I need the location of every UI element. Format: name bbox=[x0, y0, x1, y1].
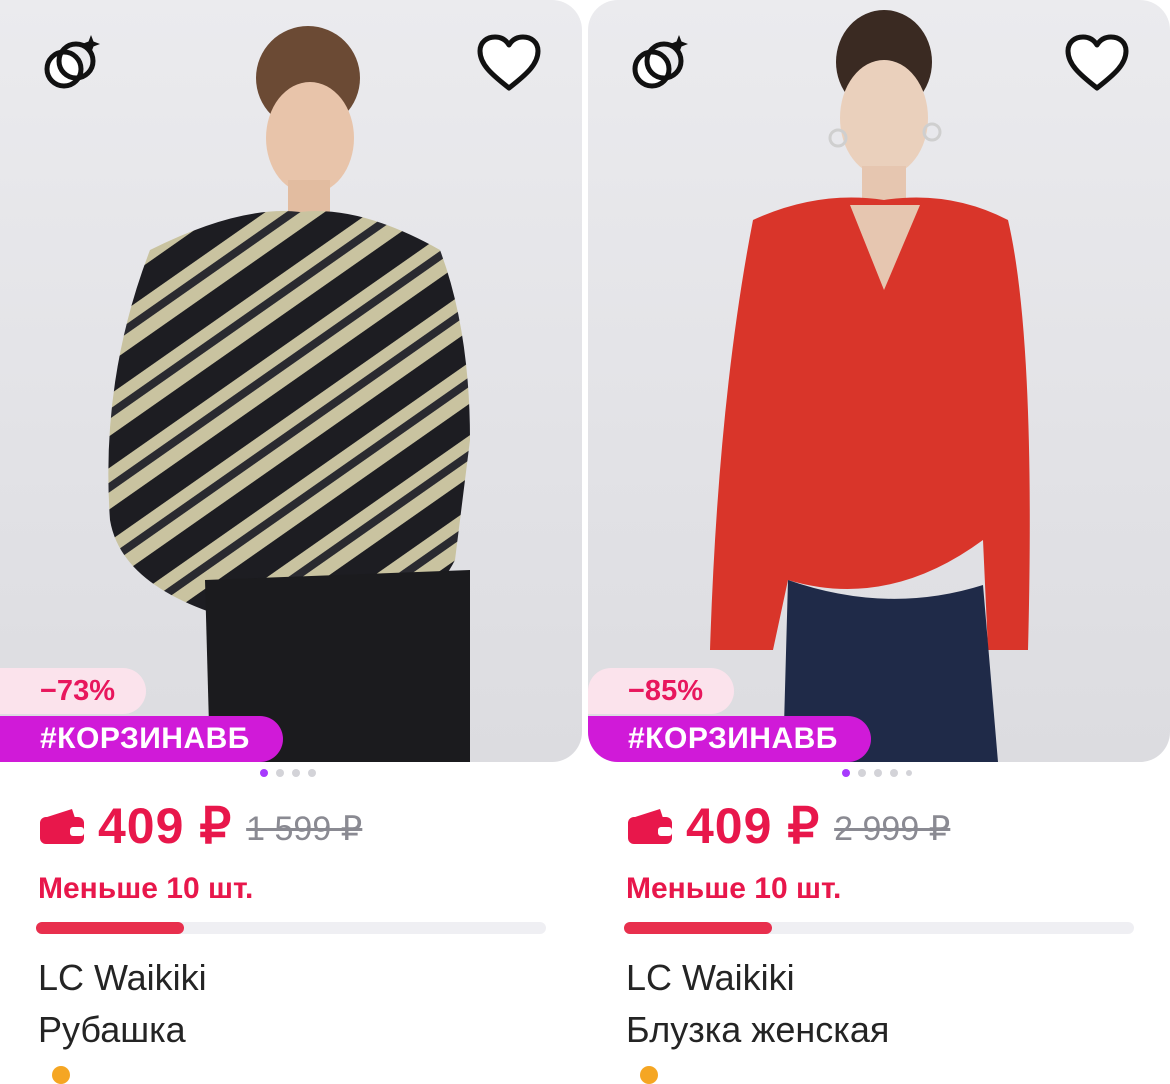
stock-progress-fill bbox=[36, 922, 184, 934]
photo-pagination bbox=[260, 768, 316, 778]
favorite-button[interactable] bbox=[474, 28, 544, 98]
price-row: 409 ₽ 2 999 ₽ bbox=[626, 796, 950, 856]
stock-status: Меньше 10 шт. bbox=[626, 872, 842, 905]
pagination-dot bbox=[906, 770, 912, 776]
pagination-dot bbox=[276, 769, 284, 777]
pagination-dot bbox=[890, 769, 898, 777]
product-brand[interactable]: LC Waikiki bbox=[626, 957, 795, 999]
star-icon bbox=[52, 1066, 70, 1084]
compare-button[interactable] bbox=[624, 28, 694, 98]
wallet-icon bbox=[40, 809, 84, 844]
product-image bbox=[710, 10, 1030, 762]
discount-badge: −85% bbox=[588, 668, 734, 714]
rings-sparkle-icon bbox=[44, 35, 100, 89]
wallet-icon bbox=[628, 809, 672, 844]
promo-tag-badge[interactable]: #КОРЗИНАВБ bbox=[588, 716, 871, 762]
pagination-dot bbox=[858, 769, 866, 777]
compare-button[interactable] bbox=[36, 28, 106, 98]
rings-sparkle-icon bbox=[632, 35, 688, 89]
product-image bbox=[108, 26, 470, 762]
discount-badge: −73% bbox=[0, 668, 146, 714]
heart-outline-icon bbox=[1065, 34, 1129, 91]
stock-status: Меньше 10 шт. bbox=[38, 872, 254, 905]
product-title[interactable]: Рубашка bbox=[38, 1009, 186, 1051]
current-price: 409 ₽ bbox=[98, 798, 233, 854]
heart-outline-icon bbox=[477, 34, 541, 91]
favorite-button[interactable] bbox=[1062, 28, 1132, 98]
star-icon bbox=[640, 1066, 658, 1084]
promo-tag-badge[interactable]: #КОРЗИНАВБ bbox=[0, 716, 283, 762]
product-photo[interactable]: −85% #КОРЗИНАВБ bbox=[588, 0, 1170, 762]
pagination-dot bbox=[308, 769, 316, 777]
stock-progress-bar bbox=[36, 922, 546, 934]
pagination-dot-active bbox=[842, 769, 850, 777]
pagination-dot bbox=[292, 769, 300, 777]
stock-progress-bar bbox=[624, 922, 1134, 934]
product-card[interactable]: −73% #КОРЗИНАВБ 409 ₽ 1 599 ₽ Меньше 10 … bbox=[0, 0, 582, 1084]
pagination-dot bbox=[874, 769, 882, 777]
pagination-dot-active bbox=[260, 769, 268, 777]
old-price: 1 599 ₽ bbox=[246, 810, 363, 848]
product-card[interactable]: −85% #КОРЗИНАВБ 409 ₽ 2 999 ₽ Меньше 10 … bbox=[588, 0, 1170, 1084]
stock-progress-fill bbox=[624, 922, 772, 934]
photo-pagination bbox=[842, 768, 912, 778]
product-photo[interactable]: −73% #КОРЗИНАВБ bbox=[0, 0, 582, 762]
product-brand[interactable]: LC Waikiki bbox=[38, 957, 207, 999]
price-row: 409 ₽ 1 599 ₽ bbox=[38, 796, 362, 856]
old-price: 2 999 ₽ bbox=[834, 810, 951, 848]
product-title[interactable]: Блузка женская bbox=[626, 1009, 889, 1051]
current-price: 409 ₽ bbox=[686, 798, 821, 854]
